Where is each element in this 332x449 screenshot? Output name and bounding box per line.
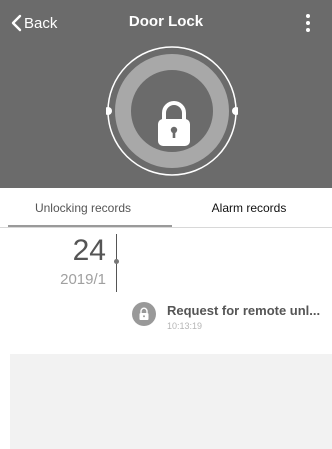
- empty-area: [10, 354, 332, 449]
- padlock-icon[interactable]: [149, 98, 199, 148]
- record-date-day: 24: [72, 234, 106, 267]
- tab-active-indicator: [8, 225, 172, 227]
- padlock-icon: [132, 302, 156, 326]
- records-tabs: Unlocking records Alarm records: [0, 188, 332, 228]
- back-label: Back: [24, 14, 58, 32]
- tab-unlocking-records[interactable]: Unlocking records: [0, 188, 166, 228]
- record-date-month: 2019/1: [60, 271, 106, 288]
- record-title: Request for remote unl...: [167, 303, 321, 318]
- header: Back Door Lock: [0, 0, 332, 188]
- more-vertical-icon: [306, 14, 310, 18]
- records-list: 24 2019/1 Request for remote unl... 10:1…: [0, 229, 332, 354]
- chevron-left-icon: [11, 14, 22, 32]
- list-item[interactable]: Request for remote unl... 10:13:19: [128, 299, 332, 339]
- record-time: 10:13:19: [167, 321, 203, 331]
- more-menu-button[interactable]: [296, 8, 320, 38]
- back-button[interactable]: Back: [10, 11, 57, 35]
- tab-alarm-records[interactable]: Alarm records: [166, 188, 332, 228]
- timeline-dot: [114, 259, 119, 264]
